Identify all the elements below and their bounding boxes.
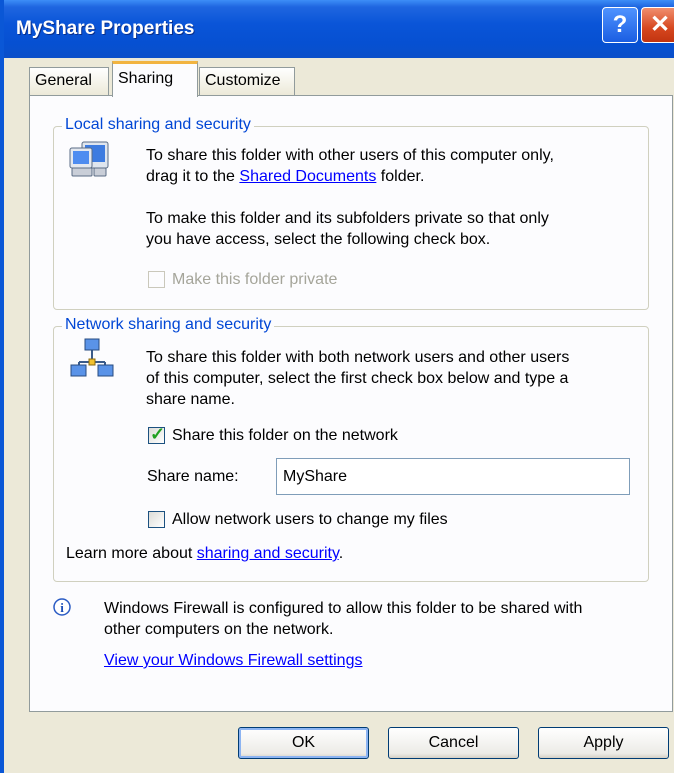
network-desc-line1: To share this folder with both network u… bbox=[146, 349, 570, 366]
learn-more-prefix: Learn more about bbox=[66, 545, 197, 562]
local-desc-prefix: drag it to the bbox=[146, 168, 240, 185]
sharing-security-link[interactable]: sharing and security bbox=[197, 545, 339, 562]
tab-general[interactable]: General bbox=[29, 67, 109, 95]
firewall-desc-line1: Windows Firewall is configured to allow … bbox=[104, 600, 583, 617]
local-desc-line2: drag it to the Shared Documents folder. bbox=[146, 166, 424, 187]
question-icon: ? bbox=[612, 11, 628, 38]
share-name-label: Share name: bbox=[147, 468, 239, 485]
network-sharing-legend: Network sharing and security bbox=[62, 316, 275, 334]
local-desc-line1: To share this folder with other users of… bbox=[146, 147, 554, 164]
make-private-label: Make this folder private bbox=[172, 271, 338, 288]
apply-button[interactable]: Apply bbox=[538, 727, 669, 759]
properties-dialog: MyShare Properties ? ✕ General Sharing C… bbox=[0, 0, 674, 773]
cancel-button[interactable]: Cancel bbox=[388, 727, 519, 759]
tab-sharing[interactable]: Sharing bbox=[112, 61, 198, 97]
shared-documents-link[interactable]: Shared Documents bbox=[239, 168, 376, 185]
firewall-desc-line2: other computers on the network. bbox=[104, 621, 334, 638]
network-icon bbox=[70, 338, 114, 377]
allow-change-checkbox[interactable] bbox=[148, 511, 165, 528]
computer-users-icon bbox=[69, 141, 109, 177]
tab-sharing-label: Sharing bbox=[118, 70, 174, 87]
private-desc-line1: To make this folder and its subfolders p… bbox=[146, 210, 549, 227]
firewall-settings-link[interactable]: View your Windows Firewall settings bbox=[104, 650, 362, 671]
private-desc-line2: you have access, select the following ch… bbox=[146, 231, 491, 248]
share-on-network-label: Share this folder on the network bbox=[172, 427, 398, 444]
network-desc-line2: of this computer, select the first check… bbox=[146, 370, 569, 387]
network-desc-line3: share name. bbox=[146, 391, 235, 408]
title-bar[interactable]: MyShare Properties ? ✕ bbox=[4, 0, 674, 58]
tab-customize[interactable]: Customize bbox=[199, 67, 295, 95]
tab-customize-label: Customize bbox=[205, 72, 281, 89]
local-desc-suffix: folder. bbox=[376, 168, 425, 185]
checkmark-icon: ✓ bbox=[150, 424, 166, 444]
make-private-checkbox[interactable] bbox=[148, 271, 165, 288]
share-on-network-checkbox[interactable]: ✓ bbox=[148, 424, 166, 444]
allow-change-label: Allow network users to change my files bbox=[172, 511, 448, 528]
local-sharing-legend: Local sharing and security bbox=[62, 116, 254, 134]
svg-text:i: i bbox=[60, 600, 64, 615]
close-icon: ✕ bbox=[649, 11, 671, 38]
help-button[interactable]: ? bbox=[602, 7, 638, 43]
window-title: MyShare Properties bbox=[16, 18, 195, 39]
learn-more-suffix: . bbox=[338, 545, 344, 562]
ok-button[interactable]: OK bbox=[238, 727, 369, 759]
info-icon: i bbox=[53, 598, 71, 616]
learn-more-text: Learn more about sharing and security. bbox=[66, 543, 343, 564]
share-name-input[interactable] bbox=[276, 458, 630, 495]
close-button[interactable]: ✕ bbox=[641, 7, 674, 43]
sharing-tab-panel: Local sharing and security To share this… bbox=[29, 95, 673, 712]
tab-general-label: General bbox=[35, 72, 92, 89]
